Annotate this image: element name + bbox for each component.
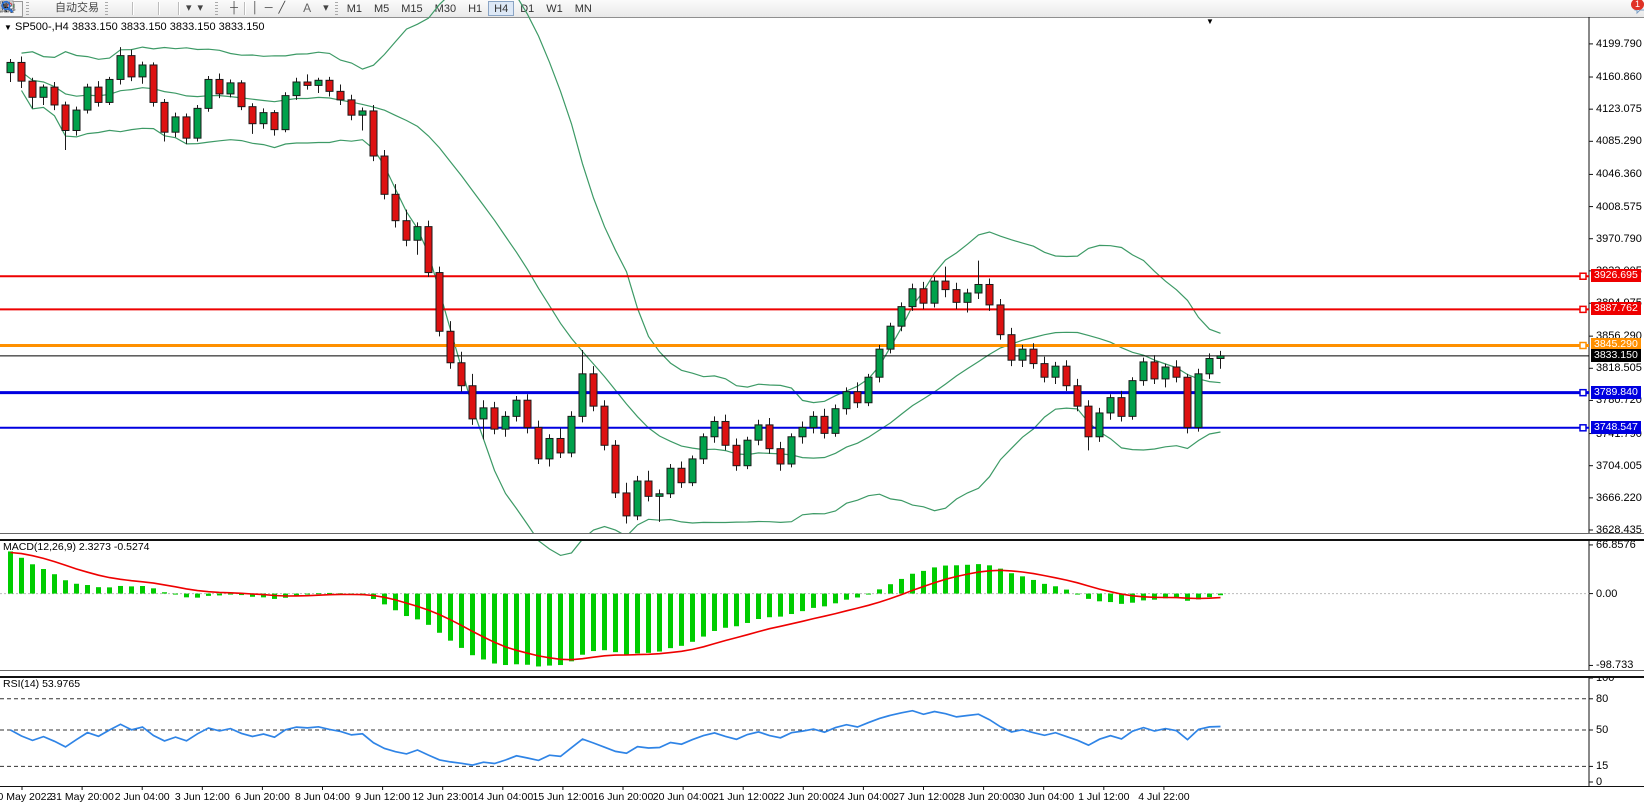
time-axis-border xyxy=(0,786,1644,787)
price-tick-label: 4085.290 xyxy=(1596,135,1642,148)
price-level-badge: 3926.695 xyxy=(1591,269,1641,283)
mt4-window: 订单 自动交易 xyxy=(0,0,1644,804)
price-tick-label: 4123.075 xyxy=(1596,103,1642,116)
main-chart[interactable] xyxy=(0,0,1644,804)
price-level-badge: 3887.762 xyxy=(1591,302,1641,316)
time-tick-label: 16 Jun 20:00 xyxy=(592,791,654,803)
time-tick-label: 9 Jun 12:00 xyxy=(355,791,411,803)
time-tick-label: 21 Jun 12:00 xyxy=(712,791,774,803)
rsi-indicator-label: RSI(14) 53.9765 xyxy=(3,678,81,690)
time-tick-label: 14 Jun 04:00 xyxy=(472,791,534,803)
chart-title: ▼ SP500-,H4 3833.150 3833.150 3833.150 3… xyxy=(4,21,265,33)
time-tick-label: 4 Jul 22:00 xyxy=(1138,791,1190,803)
time-tick-label: 6 Jun 20:00 xyxy=(234,791,290,803)
rsi-tick-label: 15 xyxy=(1596,760,1609,773)
price-tick-label: 3666.220 xyxy=(1596,491,1642,504)
macd-tick-label: 0.00 xyxy=(1596,587,1618,600)
price-level-badge: 3748.547 xyxy=(1591,420,1641,434)
expander-icon[interactable]: ▼ xyxy=(4,23,12,32)
price-level-badge: 3789.840 xyxy=(1591,385,1641,399)
price-tick-label: 4160.860 xyxy=(1596,71,1642,83)
time-tick-label: 28 Jun 20:00 xyxy=(953,791,1014,803)
price-tick-label: 4008.575 xyxy=(1596,200,1642,213)
rsi-tick-label: 0 xyxy=(1596,776,1603,788)
macd-indicator-label: MACD(12,26,9) 2.3273 -0.5274 xyxy=(3,541,150,553)
time-tick-label: 27 Jun 12:00 xyxy=(893,791,954,803)
price-tick-label: 3970.790 xyxy=(1596,232,1642,245)
time-tick-label: 24 Jun 04:00 xyxy=(833,791,894,803)
ohlc-values: 3833.150 3833.150 3833.150 3833.150 xyxy=(71,21,265,33)
current-price-badge: 3833.150 xyxy=(1591,348,1641,362)
rsi-tick-label: 80 xyxy=(1596,692,1609,705)
price-tick-label: 4199.790 xyxy=(1596,37,1642,50)
time-tick-label: 3 Jun 12:00 xyxy=(174,791,230,803)
time-tick-label: 1 Jul 12:00 xyxy=(1078,791,1130,803)
last-bar-marker-icon: ▼ xyxy=(1206,17,1214,26)
time-tick-label: 12 Jun 23:00 xyxy=(412,791,474,803)
price-tick-label: 3704.005 xyxy=(1596,459,1642,472)
time-tick-label: 30 Jun 04:00 xyxy=(1013,791,1075,803)
time-tick-label: 15 Jun 12:00 xyxy=(532,791,594,803)
time-tick-label: 20 Jun 04:00 xyxy=(652,791,714,803)
time-tick-label: 8 Jun 04:00 xyxy=(295,791,350,803)
time-tick-label: 2 Jun 04:00 xyxy=(114,791,170,803)
price-tick-label: 4046.360 xyxy=(1596,168,1642,181)
panel-divider[interactable] xyxy=(0,533,1644,541)
rsi-tick-label: 50 xyxy=(1596,724,1609,736)
time-tick-label: 30 May 2022 xyxy=(0,791,53,803)
time-tick-label: 31 May 20:00 xyxy=(50,791,114,803)
panel-divider[interactable] xyxy=(0,670,1644,678)
price-tick-label: 3818.505 xyxy=(1596,362,1642,375)
time-tick-label: 22 Jun 20:00 xyxy=(772,791,834,803)
symbol-timeframe: SP500-,H4 xyxy=(14,21,69,33)
